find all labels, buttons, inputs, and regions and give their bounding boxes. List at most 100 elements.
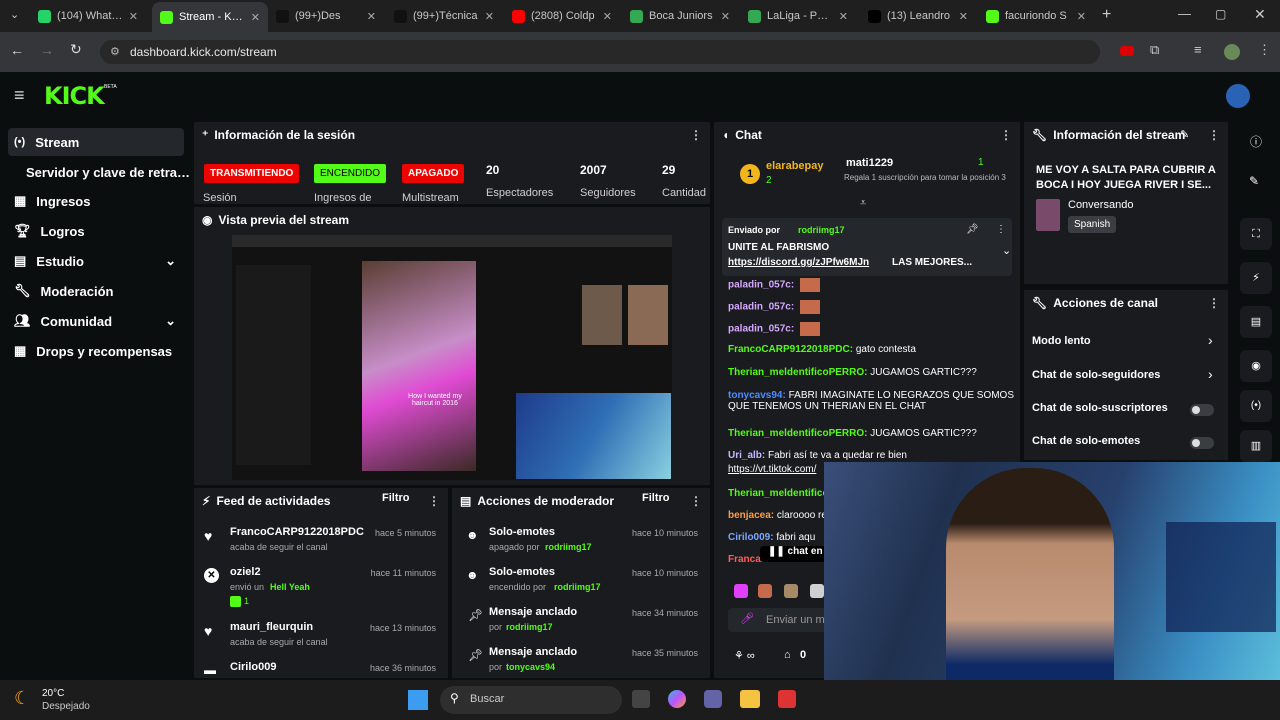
pin-icon[interactable]: 📌︎: [966, 224, 979, 235]
browser-menu-icon[interactable]: ⋮: [1258, 42, 1271, 58]
back-icon[interactable]: ←: [10, 42, 24, 58]
close-window-icon[interactable]: ✕: [1254, 6, 1266, 23]
second-gifter-name[interactable]: mati1229: [846, 157, 893, 169]
chevron-right-icon[interactable]: ›: [1208, 332, 1213, 348]
more-options-icon[interactable]: ⋮: [690, 494, 702, 508]
chat-username[interactable]: paladin_057c:: [728, 280, 794, 291]
browser-tab[interactable]: Boca Juniors ✕: [622, 4, 738, 28]
chat-paused-pill[interactable]: ❚❚ chat en: [760, 546, 830, 562]
store-icon[interactable]: ⌂: [784, 649, 791, 661]
new-tab-icon[interactable]: +: [1102, 6, 1111, 24]
site-info-icon[interactable]: ⚙: [110, 45, 120, 58]
tab-search-icon[interactable]: ⌄: [10, 8, 19, 21]
chat-username[interactable]: Therian_meldentificoPERRO:: [728, 367, 867, 378]
chat-username[interactable]: paladin_057c:: [728, 324, 794, 335]
info-icon[interactable]: ⓘ: [1244, 130, 1268, 154]
edit-pencil-icon[interactable]: ✎: [1180, 128, 1189, 141]
pinned-by[interactable]: rodriimg17: [798, 225, 845, 235]
tab-close-icon[interactable]: ✕: [367, 10, 376, 23]
pinned-link[interactable]: https://discord.gg/zJPfw6MJn: [728, 257, 869, 268]
activity-user[interactable]: oziel2: [230, 566, 261, 578]
tab-close-icon[interactable]: ✕: [1077, 10, 1086, 23]
browser-tab[interactable]: (104) WhatsA ✕: [30, 4, 146, 28]
category-name[interactable]: Conversando: [1068, 199, 1133, 211]
followers-only-row[interactable]: Chat de solo-seguidores: [1032, 369, 1160, 381]
reload-icon[interactable]: ↻: [70, 41, 82, 58]
tab-close-icon[interactable]: ✕: [839, 10, 848, 23]
sidebar-item-stream[interactable]: (•) Stream: [8, 128, 184, 156]
url-field[interactable]: ⚙ dashboard.kick.com/stream: [100, 40, 1100, 64]
tab-close-icon[interactable]: ✕: [129, 10, 138, 23]
tab-close-icon[interactable]: ✕: [485, 10, 494, 23]
tab-close-icon[interactable]: ✕: [959, 10, 968, 23]
sidebar-item-server-key[interactable]: Servidor y clave de retransm: [20, 158, 195, 186]
sidebar-item-ingresos[interactable]: ▦ Ingresos: [8, 187, 184, 215]
taskbar-search[interactable]: ⚲ Buscar: [440, 686, 622, 714]
emote-item[interactable]: [758, 584, 772, 598]
more-options-icon[interactable]: ⋮: [1208, 296, 1220, 310]
sidebar-item-comunidad[interactable]: 👥︎ Comunidad ⌄: [8, 307, 184, 335]
user-avatar[interactable]: [1226, 84, 1250, 108]
chevron-right-icon[interactable]: ›: [1208, 366, 1213, 382]
activity-user[interactable]: Cirilo009: [230, 661, 276, 673]
filter-button[interactable]: Filtro: [642, 492, 670, 504]
action-user[interactable]: tonycavs94: [506, 662, 555, 672]
action-user[interactable]: rodriimg17: [506, 622, 553, 632]
extensions-puzzle-icon[interactable]: ⧉: [1150, 42, 1159, 58]
chat-username[interactable]: paladin_057c:: [728, 302, 794, 313]
activity-user[interactable]: mauri_fleurquin: [230, 621, 313, 633]
emotes-only-toggle[interactable]: [1190, 437, 1214, 449]
chat-username[interactable]: tonycavs94:: [728, 390, 786, 401]
tab-close-icon[interactable]: ✕: [603, 10, 612, 23]
media-control-icon[interactable]: ≡: [1194, 42, 1202, 57]
kick-logo[interactable]: KICK: [44, 82, 105, 110]
emote-item[interactable]: [734, 584, 748, 598]
browser-tab[interactable]: facuriondo S ✕: [978, 4, 1094, 28]
windows-start-icon[interactable]: [408, 690, 428, 710]
more-options-icon[interactable]: ⋮: [428, 494, 440, 508]
stream-preview-video[interactable]: How I wanted my haircut in 2016: [232, 235, 672, 480]
more-options-icon[interactable]: ⋮: [1208, 128, 1220, 142]
subscribers-only-toggle[interactable]: [1190, 404, 1214, 416]
browser-tab[interactable]: Stream - Kick ✕: [152, 2, 268, 32]
chat-username[interactable]: benjacea:: [728, 510, 774, 521]
document-icon[interactable]: ▤: [1240, 306, 1272, 338]
browser-tab[interactable]: LaLiga - POS ✕: [740, 4, 856, 28]
people-infinity-icon[interactable]: ⚘ ∞: [734, 649, 755, 662]
maximize-icon[interactable]: ▢: [1215, 7, 1226, 21]
browser-tab[interactable]: (99+)Des ✕: [268, 4, 384, 28]
action-user[interactable]: rodriimg17: [554, 582, 601, 592]
emote-item[interactable]: [810, 584, 824, 598]
hamburger-menu-icon[interactable]: ≡: [14, 85, 25, 106]
top-gifter-name[interactable]: elarabepay: [766, 160, 823, 172]
teams-icon[interactable]: [704, 690, 722, 708]
chat-username[interactable]: Cirilo009:: [728, 532, 774, 543]
tab-close-icon[interactable]: ✕: [251, 11, 260, 24]
chat-bubble-icon[interactable]: ◉: [1240, 350, 1272, 382]
copilot-icon[interactable]: [668, 690, 686, 708]
tab-close-icon[interactable]: ✕: [721, 10, 730, 23]
lightning-icon[interactable]: ⚡︎: [1240, 262, 1272, 294]
chat-username[interactable]: Therian_meldentificoPERRO:: [728, 428, 867, 439]
task-view-icon[interactable]: [632, 690, 650, 708]
action-user[interactable]: rodriimg17: [545, 542, 592, 552]
sidebar-item-estudio[interactable]: ▤ Estudio ⌄: [8, 247, 184, 275]
emote-item[interactable]: [784, 584, 798, 598]
pinned-more-icon[interactable]: ⋮: [996, 224, 1006, 235]
chat-username[interactable]: FrancoCARP9122018PDC:: [728, 344, 853, 355]
sidebar-item-moderacion[interactable]: 🔧︎ Moderación: [8, 277, 184, 305]
chat-username[interactable]: Uri_alb:: [728, 450, 765, 461]
sidebar-item-logros[interactable]: 🏆︎ Logros: [8, 217, 184, 245]
filter-button[interactable]: Filtro: [382, 492, 410, 504]
layout-icon[interactable]: ▥: [1240, 430, 1272, 462]
broadcast-icon[interactable]: (•): [1240, 390, 1272, 422]
more-options-icon[interactable]: ⋮: [1000, 128, 1012, 142]
sidebar-item-drops[interactable]: ▦ Drops y recompensas: [8, 337, 184, 365]
edit-pencil-icon[interactable]: ✎: [1249, 174, 1259, 188]
more-options-icon[interactable]: ⋮: [690, 128, 702, 142]
activity-user[interactable]: FrancoCARP9122018PDC: [230, 526, 364, 538]
camera-icon[interactable]: ⛶: [1240, 218, 1272, 250]
profile-avatar[interactable]: [1224, 44, 1240, 60]
slow-mode-row[interactable]: Modo lento: [1032, 335, 1091, 347]
forward-icon[interactable]: →: [40, 42, 54, 58]
